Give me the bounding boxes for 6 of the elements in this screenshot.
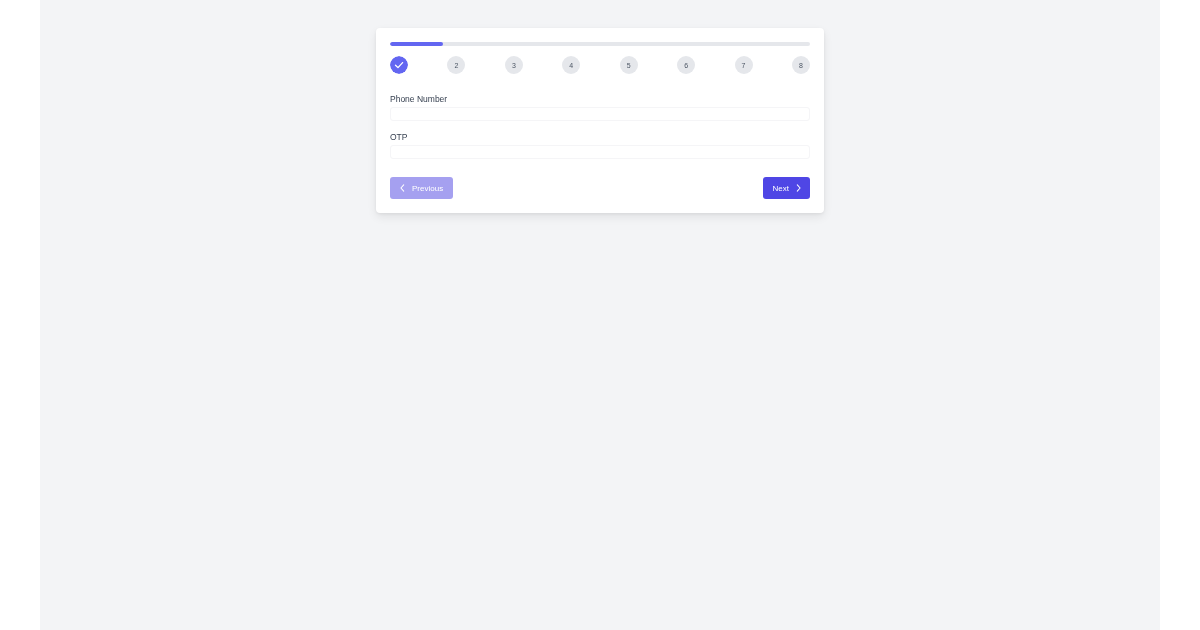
chevron-right-icon [796,184,801,192]
field-label: OTP [390,132,409,142]
check-icon[interactable] [390,56,408,74]
chevron-left-icon [400,184,405,192]
next-button[interactable]: Next [762,177,810,199]
field-label: Phone Number [390,94,449,104]
